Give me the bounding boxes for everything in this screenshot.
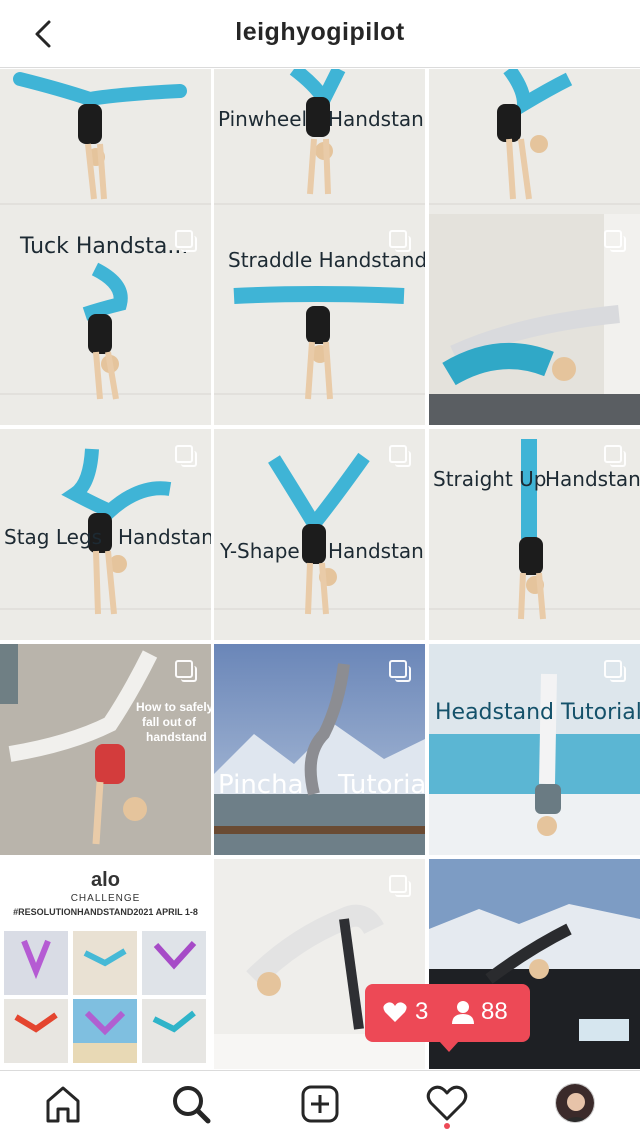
notification-dot (444, 1123, 450, 1129)
multi-photo-icon (389, 230, 411, 252)
multi-photo-icon (175, 660, 197, 682)
tile-caption-right: Tutorial (338, 770, 425, 800)
tile-caption-block: How to safely fall out of handstand (136, 700, 211, 745)
thumb-image (4, 931, 68, 995)
brand-logo-text: alo (91, 869, 120, 891)
challenge-label: CHALLENGE (70, 893, 141, 904)
post-tile-7[interactable]: Stag Legs Handstand (0, 429, 211, 640)
thumb-image (142, 931, 206, 995)
person-icon (452, 1001, 474, 1024)
multi-photo-icon (604, 660, 626, 682)
tile-caption-right: Handstand (545, 467, 640, 491)
multi-photo-icon (175, 230, 197, 252)
explore-grid: Pinwheel Handstand Tuck Handsta... Strad… (0, 69, 640, 1069)
thumb-image (73, 999, 137, 1063)
multi-photo-icon (604, 445, 626, 467)
post-tile-9[interactable]: Straight Up Handstand (429, 429, 640, 640)
activity-tab[interactable] (426, 1071, 468, 1139)
thumb-image (142, 999, 206, 1063)
post-tile-10[interactable]: How to safely fall out of handstand (0, 644, 211, 855)
popup-tail (439, 1041, 459, 1052)
post-tile-5[interactable]: Straddle Handstand (214, 214, 425, 425)
tile-caption-right: Handstand (118, 525, 211, 549)
post-tile-12[interactable]: Headstand Tutorial (429, 644, 640, 855)
tile-caption-right: Tutorial (561, 700, 640, 725)
profile-avatar[interactable] (555, 1083, 595, 1123)
multi-photo-icon (389, 660, 411, 682)
heart-icon (383, 1002, 407, 1022)
tile-caption-right: Handstand (328, 539, 425, 563)
tile-caption-left: Pincha (218, 770, 304, 800)
multi-photo-icon (175, 445, 197, 467)
followers-count: 88 (481, 998, 508, 1025)
post-tile-4[interactable]: Tuck Handsta... (0, 214, 211, 425)
challenge-hashtag: #RESOLUTIONHANDSTAND2021 APRIL 1-8 (13, 907, 198, 917)
caption-line-1: How to safely (136, 700, 211, 714)
multi-photo-icon (389, 445, 411, 467)
post-tile-6[interactable] (429, 214, 640, 425)
likes-count: 3 (415, 998, 429, 1025)
tile-caption-left: Pinwheel (218, 107, 308, 131)
post-tile-8[interactable]: Y-Shape Handstand (214, 429, 425, 640)
activity-notification-popup[interactable]: 3 88 (365, 984, 530, 1052)
search-icon[interactable] (170, 1083, 212, 1125)
tile-caption-left: Headstand (435, 700, 555, 725)
activity-heart-icon (426, 1085, 468, 1121)
caption-line-2: fall out of (142, 715, 196, 729)
tile-caption-left: Stag Legs (4, 525, 103, 549)
home-icon[interactable] (42, 1083, 84, 1125)
multi-photo-icon (389, 875, 411, 897)
tile-caption-right: Handstand (328, 107, 425, 131)
avatar-image (556, 1084, 594, 1122)
caption-line-3: handstand (146, 730, 207, 744)
profile-username-title: leighyogipilot (235, 18, 405, 46)
multi-photo-icon (604, 230, 626, 252)
header-bar: leighyogipilot (0, 0, 640, 68)
tile-caption-left: Y-Shape (220, 539, 300, 563)
add-post-icon[interactable] (299, 1083, 341, 1125)
tile-caption-left: Straight Up (433, 467, 547, 491)
tile-caption: Tuck Handsta... (20, 234, 189, 259)
bottom-navigation-bar (0, 1070, 640, 1138)
thumb-image (4, 999, 68, 1063)
post-tile-13[interactable]: alo CHALLENGE #RESOLUTIONHANDSTAND2021 A… (0, 859, 211, 1069)
thumb-image (73, 931, 137, 995)
post-tile-11[interactable]: Pincha Tutorial (214, 644, 425, 855)
